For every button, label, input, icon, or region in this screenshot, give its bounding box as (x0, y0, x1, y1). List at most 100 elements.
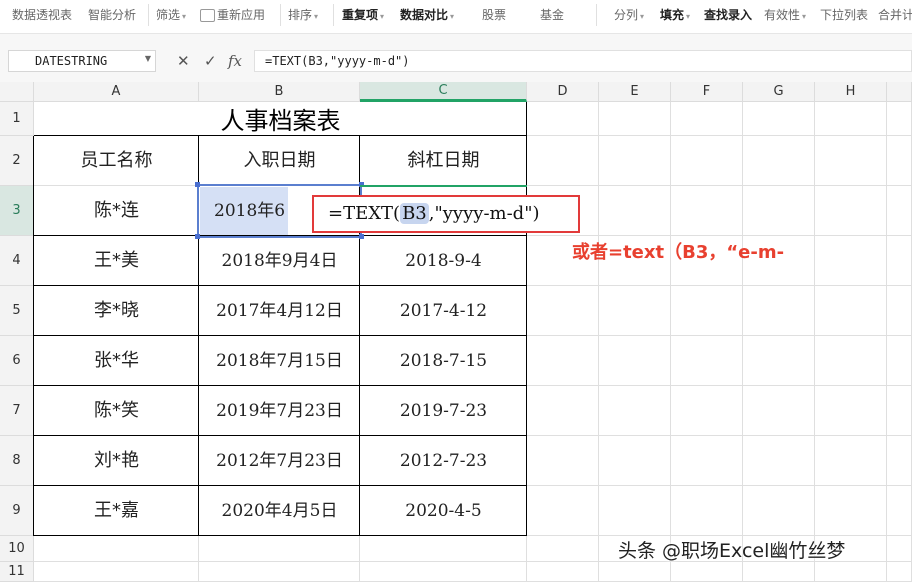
row-header-10[interactable]: 10 (0, 536, 34, 562)
hire-date-cell[interactable]: 2019年7月23日 (199, 386, 360, 436)
column-header-d[interactable]: D (527, 82, 599, 102)
name-box[interactable]: DATESTRING ▼ (8, 50, 156, 72)
grid-cell[interactable] (887, 136, 912, 186)
toolbar-item-12[interactable]: 有效性 ▾ (764, 0, 806, 30)
column-header-f[interactable]: F (671, 82, 743, 102)
table-header-cell[interactable]: 员工名称 (34, 136, 199, 186)
grid-cell[interactable] (671, 386, 743, 436)
employee-name-cell[interactable]: 陈*连 (34, 186, 199, 236)
grid-cell[interactable] (671, 562, 743, 582)
grid-cell[interactable] (887, 336, 912, 386)
toolbar-item-6[interactable]: 数据对比 ▾ (400, 0, 454, 30)
column-header-a[interactable]: A (34, 82, 199, 102)
grid-cell[interactable] (671, 286, 743, 336)
grid-cell[interactable] (671, 136, 743, 186)
slash-date-cell[interactable]: 2020-4-5 (360, 486, 527, 536)
table-header-cell[interactable]: 斜杠日期 (360, 136, 527, 186)
grid-cell[interactable] (887, 562, 912, 582)
grid-cell[interactable] (815, 486, 887, 536)
grid-cell[interactable] (815, 336, 887, 386)
resize-handle[interactable] (195, 234, 200, 239)
row-header-9[interactable]: 9 (0, 486, 34, 536)
table-header-cell[interactable]: 入职日期 (199, 136, 360, 186)
grid-cell[interactable] (599, 386, 671, 436)
row-header-8[interactable]: 8 (0, 436, 34, 486)
editing-formula-box[interactable]: =TEXT(B3 ,"yyyy-m-d") (312, 195, 580, 233)
column-header-partial[interactable] (887, 82, 912, 102)
grid-cell[interactable] (599, 436, 671, 486)
grid-cell[interactable] (743, 102, 815, 136)
grid-cell[interactable] (527, 386, 599, 436)
hire-date-cell[interactable]: 2012年7月23日 (199, 436, 360, 486)
grid-cell[interactable] (34, 562, 199, 582)
employee-name-cell[interactable]: 张*华 (34, 336, 199, 386)
row-header-5[interactable]: 5 (0, 286, 34, 336)
grid-cell[interactable] (815, 386, 887, 436)
grid-cell[interactable] (527, 136, 599, 186)
grid-cell[interactable] (199, 562, 360, 582)
slash-date-cell[interactable]: 2019-7-23 (360, 386, 527, 436)
grid-cell[interactable] (743, 486, 815, 536)
row-header-11[interactable]: 11 (0, 562, 34, 582)
grid-cell[interactable] (527, 536, 599, 562)
grid-cell[interactable] (887, 536, 912, 562)
grid-cell[interactable] (527, 102, 599, 136)
grid-cell[interactable] (887, 386, 912, 436)
grid-cell[interactable] (743, 562, 815, 582)
employee-name-cell[interactable]: 李*晓 (34, 286, 199, 336)
hire-date-cell[interactable]: 2018年7月15日 (199, 336, 360, 386)
grid-cell[interactable] (599, 336, 671, 386)
grid-cell[interactable] (815, 102, 887, 136)
grid-cell[interactable] (599, 186, 671, 236)
cancel-icon[interactable]: ✕ (177, 52, 190, 70)
column-header-h[interactable]: H (815, 82, 887, 102)
toolbar-item-3[interactable]: 重新应用 (200, 0, 265, 30)
grid-cell[interactable] (360, 562, 527, 582)
grid-cell[interactable] (527, 286, 599, 336)
grid-cell[interactable] (527, 562, 599, 582)
column-header-b[interactable]: B (199, 82, 360, 102)
grid-cell[interactable] (743, 136, 815, 186)
formula-input[interactable]: =TEXT(B3,"yyyy-m-d") (254, 50, 912, 72)
toolbar-item-13[interactable]: 下拉列表 (820, 0, 868, 30)
grid-cell[interactable] (599, 136, 671, 186)
grid-cell[interactable] (743, 386, 815, 436)
employee-name-cell[interactable]: 陈*笑 (34, 386, 199, 436)
grid-cell[interactable] (887, 102, 912, 136)
grid-cell[interactable] (815, 436, 887, 486)
hire-date-cell[interactable]: 2020年4月5日 (199, 486, 360, 536)
grid-cell[interactable] (599, 286, 671, 336)
grid-cell[interactable] (887, 436, 912, 486)
select-all-corner[interactable] (0, 82, 34, 102)
row-header-2[interactable]: 2 (0, 136, 34, 186)
fx-icon[interactable]: fx (228, 52, 242, 70)
grid-cell[interactable] (815, 286, 887, 336)
grid-cell[interactable] (599, 102, 671, 136)
grid-cell[interactable] (887, 486, 912, 536)
column-header-e[interactable]: E (599, 82, 671, 102)
hire-date-cell[interactable]: 2018年9月4日 (199, 236, 360, 286)
row-header-4[interactable]: 4 (0, 236, 34, 286)
row-header-1[interactable]: 1 (0, 102, 34, 136)
confirm-icon[interactable]: ✓ (204, 52, 217, 70)
toolbar-item-7[interactable]: 股票 (482, 0, 506, 30)
grid-cell[interactable] (743, 186, 815, 236)
grid-cell[interactable] (887, 236, 912, 286)
grid-cell[interactable] (527, 336, 599, 386)
grid-cell[interactable] (671, 186, 743, 236)
row-header-7[interactable]: 7 (0, 386, 34, 436)
toolbar-item-0[interactable]: 数据透视表 (12, 0, 72, 30)
grid-cell[interactable] (815, 562, 887, 582)
grid-cell[interactable] (743, 286, 815, 336)
chevron-down-icon[interactable]: ▼ (145, 54, 151, 63)
slash-date-cell[interactable]: 2018-7-15 (360, 336, 527, 386)
grid-cell[interactable] (527, 436, 599, 486)
grid-cell[interactable] (887, 286, 912, 336)
toolbar-item-10[interactable]: 填充 ▾ (660, 0, 690, 30)
grid-cell[interactable] (671, 102, 743, 136)
grid-cell[interactable] (743, 436, 815, 486)
grid-cell[interactable] (815, 186, 887, 236)
toolbar-item-4[interactable]: 排序 ▾ (288, 0, 318, 30)
grid-cell[interactable] (599, 486, 671, 536)
column-header-c[interactable]: C (360, 82, 527, 102)
